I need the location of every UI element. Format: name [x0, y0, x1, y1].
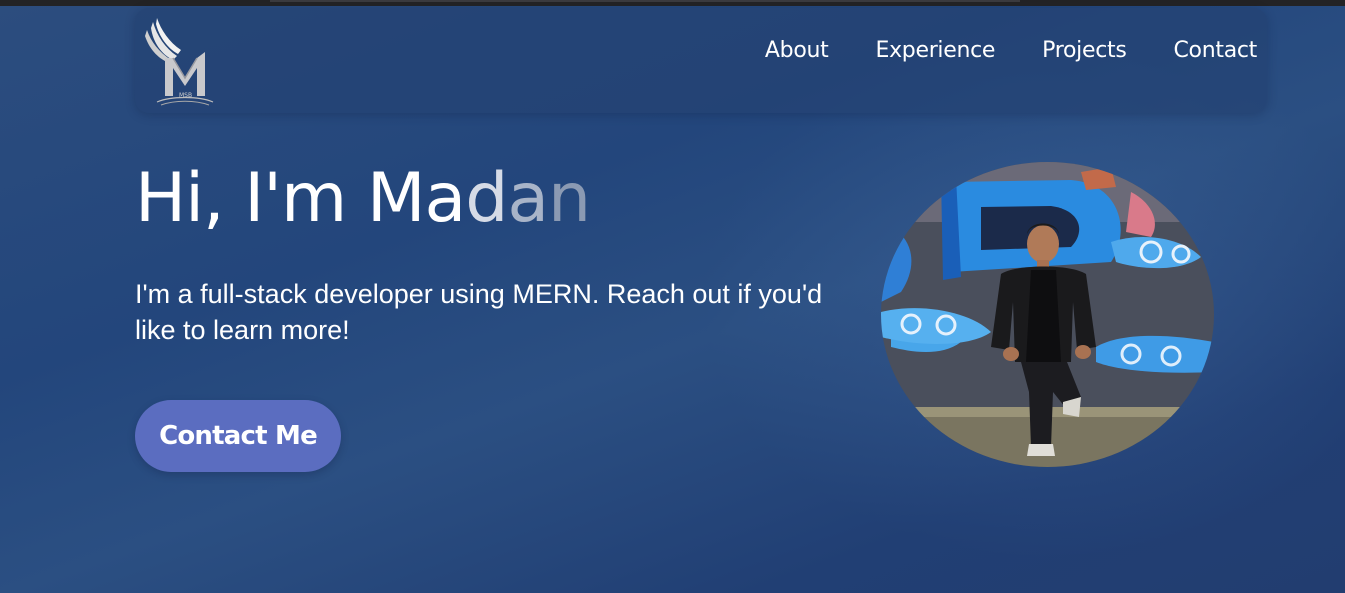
portrait-photo: [881, 162, 1214, 467]
nav-link-experience[interactable]: Experience: [875, 38, 995, 63]
navbar: MSB About Experience Projects Contact: [135, 8, 1267, 113]
hero-title-solid: Hi, I'm Ma: [135, 159, 466, 238]
hero-subtitle: I'm a full-stack developer using MERN. R…: [135, 279, 823, 345]
nav-link-projects[interactable]: Projects: [1042, 38, 1127, 63]
contact-me-button[interactable]: Contact Me: [135, 400, 341, 472]
nav-link-about[interactable]: About: [765, 38, 829, 63]
hero-title-fade-1: d: [465, 159, 508, 238]
hero-title-fade-3: n: [548, 159, 591, 238]
logo[interactable]: MSB: [143, 16, 227, 108]
nav-link-contact[interactable]: Contact: [1174, 38, 1258, 63]
logo-text: MSB: [179, 92, 193, 99]
hero-title-fade-2: a: [507, 159, 549, 238]
hero-title: Hi, I'm Madan: [135, 158, 591, 240]
nav-links: About Experience Projects Contact: [765, 0, 1257, 103]
portrait-image: [881, 162, 1214, 467]
